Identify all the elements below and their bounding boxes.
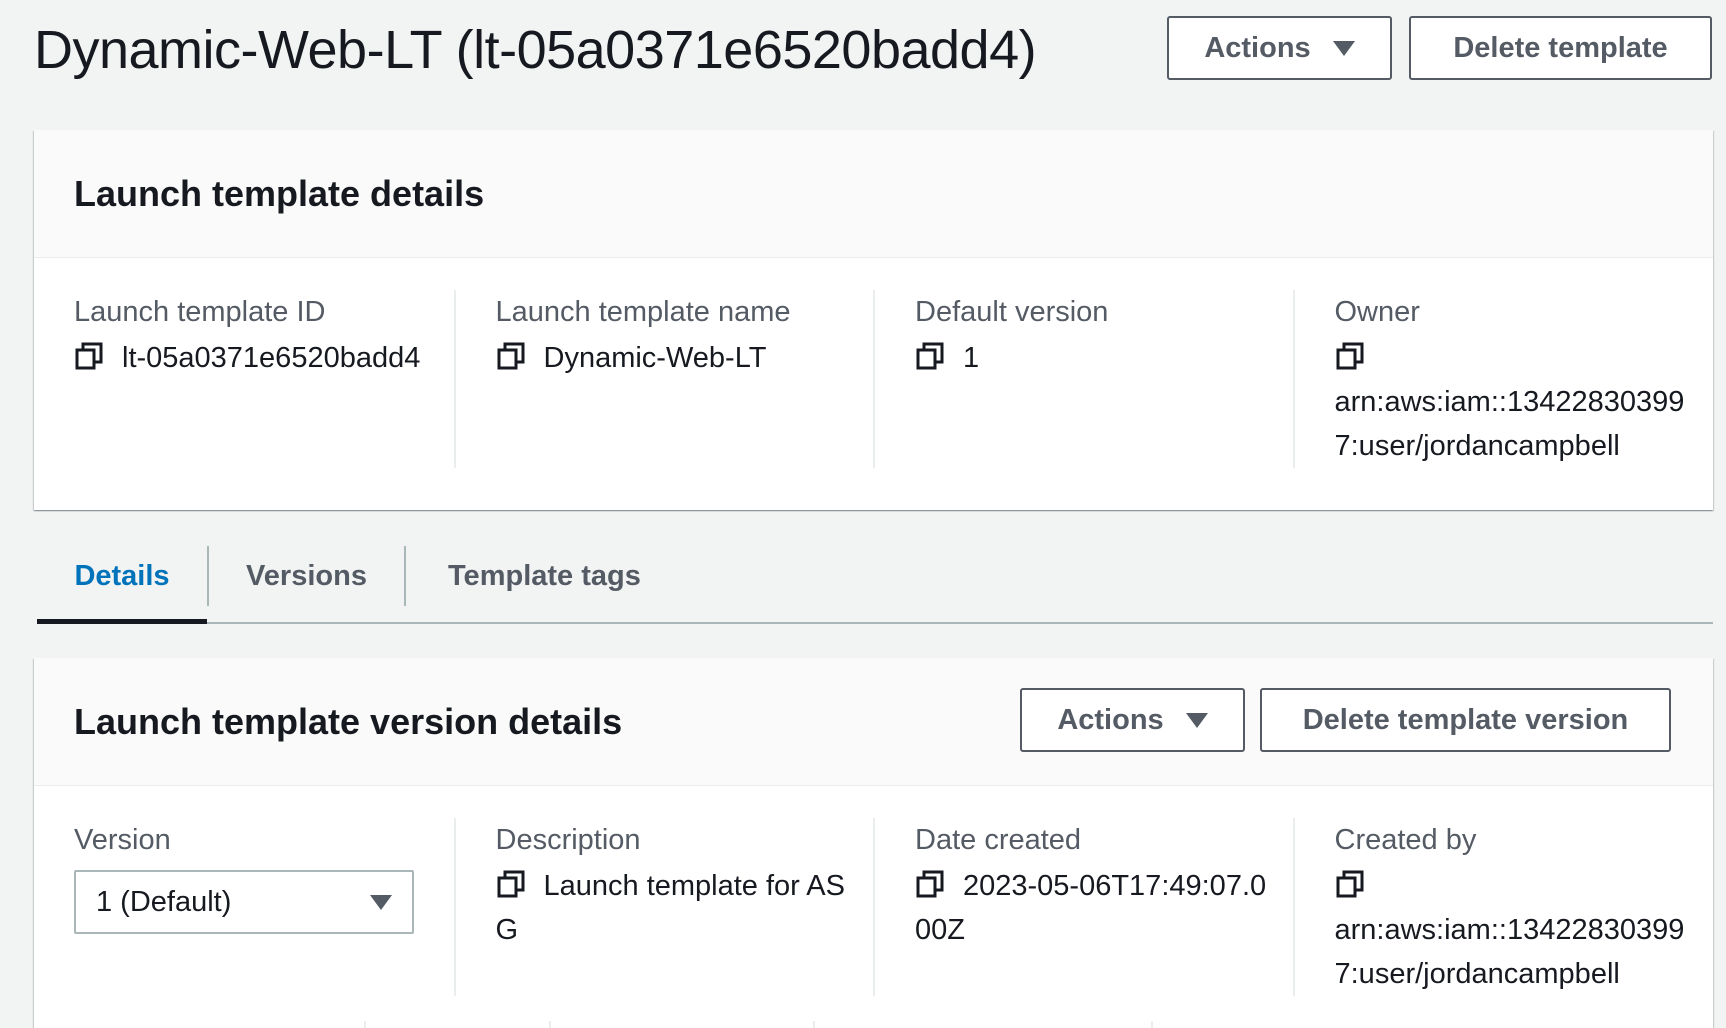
- launch-template-name-value: Dynamic-Web-LT: [543, 342, 767, 374]
- field-value: arn:aws:iam::134228303997:user/jordancam…: [1335, 864, 1702, 996]
- copy-icon[interactable]: [1335, 869, 1365, 899]
- page: Dynamic-Web-LT (lt-05a0371e6520badd4) Ac…: [0, 0, 1726, 1028]
- version-actions-button-label: Actions: [1057, 703, 1164, 736]
- date-created-field: Date created 2023-05-06T17:49:07.000Z: [873, 818, 1293, 996]
- created-by-value: arn:aws:iam::134228303997:user/jordancam…: [1334, 914, 1685, 990]
- field-value: 1: [915, 336, 1281, 380]
- launch-template-name-field: Launch template name Dynamic-Web-LT: [453, 290, 874, 468]
- created-by-field: Created by arn:aws:iam::134228303997:use…: [1292, 818, 1714, 996]
- tab-details[interactable]: Details: [37, 530, 207, 624]
- actions-button-label: Actions: [1204, 31, 1311, 64]
- description-value: Launch template for ASG: [495, 870, 845, 946]
- copy-icon[interactable]: [496, 869, 526, 899]
- copy-icon[interactable]: [915, 341, 945, 371]
- owner-value: arn:aws:iam::134228303997:user/jordancam…: [1334, 386, 1685, 462]
- version-select-value: 1 (Default): [96, 885, 232, 918]
- field-label: Owner: [1334, 296, 1420, 328]
- launch-template-id-value: lt-05a0371e6520badd4: [122, 342, 421, 374]
- field-label: Date created: [915, 824, 1082, 856]
- copy-icon[interactable]: [915, 869, 945, 899]
- caret-down-icon: [1332, 40, 1355, 56]
- tab-bar: Details Versions Template tags: [37, 530, 1713, 624]
- tab-template-tags[interactable]: Template tags: [406, 530, 641, 622]
- version-actions-button[interactable]: Actions: [1020, 688, 1245, 752]
- copy-icon[interactable]: [74, 341, 104, 371]
- next-section-dividers: [34, 1021, 1713, 1028]
- panel-title: Launch template version details: [74, 700, 623, 742]
- field-label: Version: [74, 824, 171, 856]
- version-select[interactable]: 1 (Default): [74, 870, 414, 934]
- field-label: Description: [495, 824, 641, 856]
- delete-template-version-button-label: Delete template version: [1302, 703, 1629, 736]
- copy-icon[interactable]: [496, 341, 526, 371]
- launch-template-version-details-panel: Launch template version details Actions …: [34, 658, 1713, 1028]
- actions-button[interactable]: Actions: [1167, 16, 1392, 80]
- description-field: Description Launch template for ASG: [453, 818, 874, 996]
- field-value: lt-05a0371e6520badd4: [74, 336, 442, 380]
- owner-field: Owner arn:aws:iam::134228303997:user/jor…: [1292, 290, 1714, 468]
- field-label: Default version: [915, 296, 1109, 328]
- field-label: Created by: [1334, 824, 1477, 856]
- date-created-value: 2023-05-06T17:49:07.000Z: [915, 870, 1267, 946]
- field-value: Dynamic-Web-LT: [496, 336, 862, 380]
- caret-down-icon: [370, 894, 392, 910]
- page-title: Dynamic-Web-LT (lt-05a0371e6520badd4): [34, 20, 1037, 80]
- delete-template-version-button[interactable]: Delete template version: [1260, 688, 1671, 752]
- default-version-field: Default version 1: [873, 290, 1293, 468]
- tab-versions[interactable]: Versions: [209, 530, 404, 622]
- version-field: Version 1 (Default): [34, 818, 454, 996]
- launch-template-details-panel: Launch template details Launch template …: [34, 130, 1713, 510]
- panel-header: Launch template version details Actions …: [34, 658, 1713, 786]
- panel-title: Launch template details: [74, 172, 485, 214]
- field-value: Launch template for ASG: [496, 864, 862, 952]
- copy-icon[interactable]: [1335, 341, 1365, 371]
- default-version-value: 1: [963, 342, 980, 374]
- launch-template-id-field: Launch template ID lt-05a0371e6520badd4: [34, 290, 454, 468]
- caret-down-icon: [1185, 712, 1208, 728]
- delete-template-button[interactable]: Delete template: [1409, 16, 1712, 80]
- field-value: arn:aws:iam::134228303997:user/jordancam…: [1335, 336, 1702, 468]
- field-label: Launch template ID: [74, 296, 326, 328]
- panel-header: Launch template details: [34, 130, 1713, 258]
- delete-template-button-label: Delete template: [1453, 31, 1668, 64]
- field-label: Launch template name: [495, 296, 791, 328]
- version-columns: Version 1 (Default) Description Launch t…: [34, 786, 1713, 996]
- details-columns: Launch template ID lt-05a0371e6520badd4 …: [34, 258, 1713, 468]
- field-value: 2023-05-06T17:49:07.000Z: [915, 864, 1281, 952]
